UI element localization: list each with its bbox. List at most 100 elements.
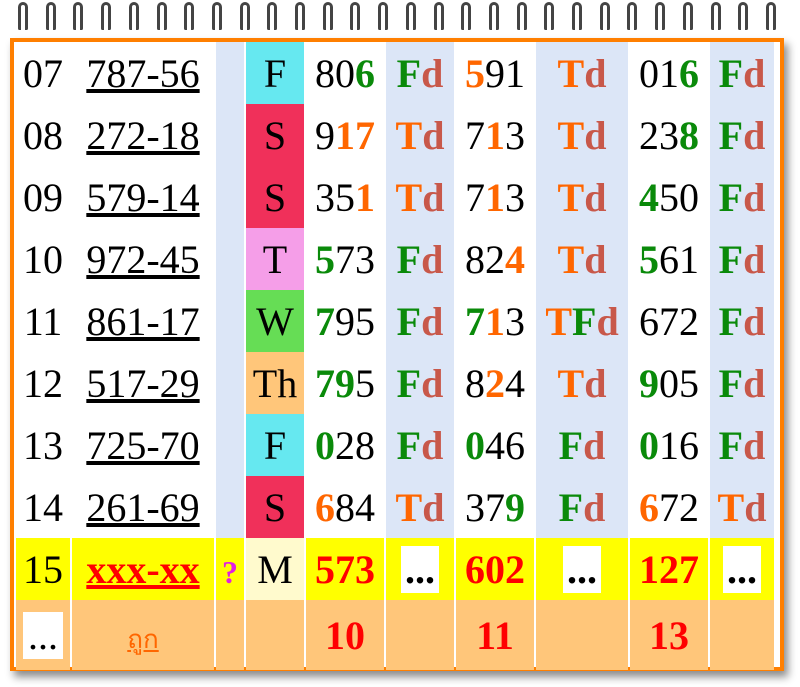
predicted-a: 573 — [306, 538, 384, 600]
predicted-e: 238 — [630, 104, 708, 166]
predicted-a: 795 — [306, 290, 384, 352]
day-cell: T — [246, 228, 304, 290]
result-b: Fd — [386, 290, 454, 352]
row-number: 08 — [16, 104, 70, 166]
spacer — [216, 476, 244, 538]
spiral-ring — [18, 2, 28, 30]
result-d: Fd — [536, 414, 628, 476]
predicted-c: 713 — [456, 104, 534, 166]
spiral-ring — [350, 2, 361, 30]
result-f: Td — [710, 476, 774, 538]
result-f: Fd — [710, 414, 774, 476]
predicted-e: 016 — [630, 42, 708, 104]
spiral-ring — [433, 2, 444, 30]
spiral-binding — [12, 0, 782, 34]
spiral-ring — [101, 2, 112, 30]
spiral-ring — [655, 2, 666, 30]
spiral-ring — [488, 2, 499, 30]
day-cell: M — [246, 538, 304, 600]
predicted-e: 016 — [630, 414, 708, 476]
result-b: Fd — [386, 352, 454, 414]
lottery-table: 07 787-56 F 806 Fd 591 Td 016 Fd 08 272-18 S 917 Td 71… — [14, 42, 776, 670]
row-number: 10 — [16, 228, 70, 290]
history-row: 10 972-45 T 573 Fd 824 Td 561 Fd — [16, 228, 774, 290]
spiral-ring — [128, 2, 139, 30]
result-d: Td — [536, 166, 628, 228]
predicted-c: 824 — [456, 352, 534, 414]
row-number: 12 — [16, 352, 70, 414]
spiral-ring — [738, 2, 749, 30]
result-f: ... — [710, 538, 774, 600]
row-number: 15 — [16, 538, 70, 600]
history-row: 13 725-70 F 028 Fd 046 Fd 016 Fd — [16, 414, 774, 476]
result-b: Td — [386, 476, 454, 538]
hit-count-c: 11 — [456, 600, 534, 670]
question-mark: ? — [216, 538, 244, 600]
spiral-ring — [156, 2, 167, 30]
spiral-ring — [211, 2, 222, 30]
predicted-e: 561 — [630, 228, 708, 290]
day-cell: S — [246, 104, 304, 166]
predicted-a: 573 — [306, 228, 384, 290]
spiral-ring — [45, 2, 56, 30]
history-row: 14 261-69 S 684 Td 379 Fd 672 Td — [16, 476, 774, 538]
spiral-ring — [322, 2, 333, 30]
current-row: 15 xxx-xx ? M 573 ... 602 ... 127 ... — [16, 538, 774, 600]
predicted-e: 672 — [630, 476, 708, 538]
result-f: Fd — [710, 290, 774, 352]
spiral-ring — [572, 2, 583, 30]
spiral-ring — [378, 2, 389, 30]
predicted-a: 806 — [306, 42, 384, 104]
spiral-ring — [239, 2, 250, 30]
predicted-c: 379 — [456, 476, 534, 538]
spiral-ring — [765, 2, 776, 30]
result-d: Td — [536, 352, 628, 414]
predicted-c: 046 — [456, 414, 534, 476]
spiral-ring — [682, 2, 693, 30]
summary-row: ... ถูก 10 11 13 — [16, 600, 774, 670]
result-d: Td — [536, 42, 628, 104]
predicted-c: 591 — [456, 42, 534, 104]
result-pair: 579-14 — [72, 166, 214, 228]
spiral-ring — [710, 2, 721, 30]
day-cell: S — [246, 476, 304, 538]
spacer — [216, 166, 244, 228]
predicted-e: 127 — [630, 538, 708, 600]
result-d: Td — [536, 228, 628, 290]
result-pair: 725-70 — [72, 414, 214, 476]
result-pair: 517-29 — [72, 352, 214, 414]
row-number: 14 — [16, 476, 70, 538]
row-number: 13 — [16, 414, 70, 476]
history-row: 11 861-17 W 795 Fd 713 TFd 672 Fd — [16, 290, 774, 352]
day-cell: F — [246, 414, 304, 476]
result-f: Fd — [710, 352, 774, 414]
spacer — [216, 42, 244, 104]
history-row: 08 272-18 S 917 Td 713 Td 238 Fd — [16, 104, 774, 166]
result-b: Fd — [386, 414, 454, 476]
spiral-ring — [295, 2, 306, 30]
predicted-e: 450 — [630, 166, 708, 228]
predicted-a: 351 — [306, 166, 384, 228]
result-d: Td — [536, 104, 628, 166]
predicted-c: 713 — [456, 166, 534, 228]
spacer — [216, 228, 244, 290]
history-row: 12 517-29 Th 795 Fd 824 Td 905 Fd — [16, 352, 774, 414]
day-cell: S — [246, 166, 304, 228]
spacer — [216, 290, 244, 352]
day-cell: W — [246, 290, 304, 352]
spiral-ring — [405, 2, 416, 30]
spiral-ring — [184, 2, 195, 30]
result-d: TFd — [536, 290, 628, 352]
result-f: Fd — [710, 104, 774, 166]
row-number: 09 — [16, 166, 70, 228]
result-d: Fd — [536, 476, 628, 538]
spacer — [216, 352, 244, 414]
hit-count-a: 10 — [306, 600, 384, 670]
result-f: Fd — [710, 228, 774, 290]
spiral-ring — [627, 2, 638, 30]
result-pair: 861-17 — [72, 290, 214, 352]
predicted-a: 028 — [306, 414, 384, 476]
spiral-ring — [73, 2, 84, 30]
predicted-c: 824 — [456, 228, 534, 290]
result-d: ... — [536, 538, 628, 600]
